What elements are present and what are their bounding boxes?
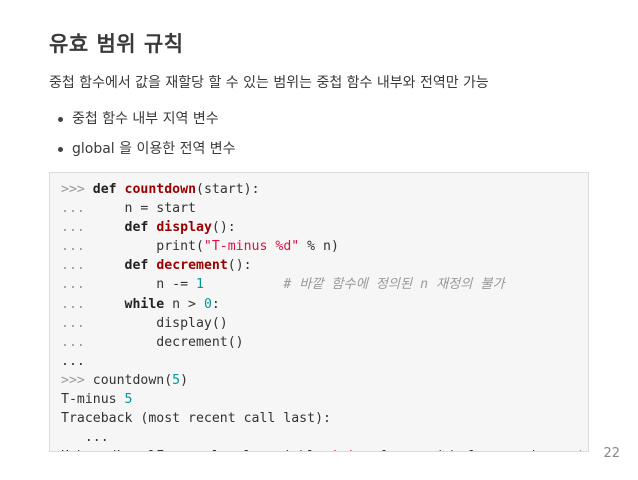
code-token: 5 <box>124 392 133 408</box>
code-token: % n) <box>299 239 339 255</box>
code-token: while <box>124 296 165 312</box>
code-token: ... <box>61 220 93 236</box>
code-token: ... <box>61 277 93 293</box>
code-token: 1 <box>195 277 204 293</box>
code-line: ... n -= 1 # 바깥 함수에 정의된 n 재정의 불가 <box>61 275 588 294</box>
code-token: def <box>92 182 117 197</box>
code-token: ... <box>61 201 93 217</box>
code-token: # 바깥 함수에 정의된 n 재정의 불가 <box>283 277 505 293</box>
code-token: display() <box>92 315 228 331</box>
code-token: display <box>156 220 212 236</box>
code-line: UnboundLocalError: local variable 'n' re… <box>61 447 588 451</box>
code-token: >>> <box>61 182 93 197</box>
page-number: 22 <box>603 446 620 461</box>
code-content: >>> def countdown(start):... n = start..… <box>50 173 588 451</box>
code-token: ... <box>61 353 85 369</box>
bullet-item: global 을 이용한 전역 변수 <box>56 134 236 164</box>
code-line: >>> def countdown(start): <box>61 180 588 199</box>
code-token: def <box>124 258 149 274</box>
code-token: ... <box>61 239 93 255</box>
code-line: ... def decrement(): <box>61 256 588 275</box>
code-token: countdown( <box>92 372 173 388</box>
code-token: (): <box>211 220 236 236</box>
code-token: (): <box>227 258 252 274</box>
code-line: T-minus 5 <box>61 390 588 409</box>
code-line: ... <box>61 352 588 371</box>
code-token: 'n' <box>331 449 355 451</box>
code-token: n = start <box>92 201 196 217</box>
code-token: ) <box>180 372 189 388</box>
slide-title: 유효 범위 규칙 <box>49 32 184 56</box>
bullet-dot-icon <box>58 117 63 122</box>
code-token: ... <box>61 334 93 350</box>
code-token: n -= <box>92 277 196 293</box>
code-token: ... <box>61 296 93 312</box>
bullet-text: global 을 이용한 전역 변수 <box>72 141 236 157</box>
code-line: ... <box>61 428 588 447</box>
code-token: Traceback (most recent call last): <box>61 411 331 427</box>
code-token: >>> <box>61 372 93 388</box>
code-token: def <box>124 220 149 236</box>
code-token: 5 <box>172 372 181 388</box>
code-token: print( <box>92 239 204 255</box>
code-token: : <box>211 296 220 312</box>
code-line: ... n = start <box>61 199 588 218</box>
code-block: >>> def countdown(start):... n = start..… <box>49 172 589 452</box>
code-token: n > <box>164 296 204 312</box>
code-token: 0 <box>203 296 212 312</box>
code-line: Traceback (most recent call last): <box>61 409 588 428</box>
code-token: ... <box>61 430 109 446</box>
code-line: ... decrement() <box>61 333 588 352</box>
bullet-dot-icon <box>58 147 63 152</box>
code-token: decrement <box>156 258 228 274</box>
code-line: ... display() <box>61 314 588 333</box>
code-token: decrement() <box>92 334 244 350</box>
code-token: ... <box>61 315 93 331</box>
code-token: (start): <box>196 182 260 197</box>
code-line: >>> countdown(5) <box>61 371 588 390</box>
bullet-item: 중첩 함수 내부 지역 변수 <box>56 104 236 134</box>
bullet-list: 중첩 함수 내부 지역 변수 global 을 이용한 전역 변수 <box>56 104 236 164</box>
code-token: ... <box>61 258 93 274</box>
code-token: referenced before assignment <box>355 449 585 451</box>
code-token: T-minus <box>61 392 125 408</box>
code-line: ... def display(): <box>61 218 588 237</box>
bullet-text: 중첩 함수 내부 지역 변수 <box>72 111 219 127</box>
code-line: ... print("T-minus %d" % n) <box>61 237 588 256</box>
code-token: "T-minus %d" <box>203 239 300 255</box>
slide-subtitle: 중첩 함수에서 값을 재할당 할 수 있는 범위는 중첩 함수 내부와 전역만 … <box>49 75 489 91</box>
code-token: countdown <box>124 182 197 197</box>
code-line: ... while n > 0: <box>61 295 588 314</box>
code-token: UnboundLocalError: local variable <box>61 449 331 451</box>
